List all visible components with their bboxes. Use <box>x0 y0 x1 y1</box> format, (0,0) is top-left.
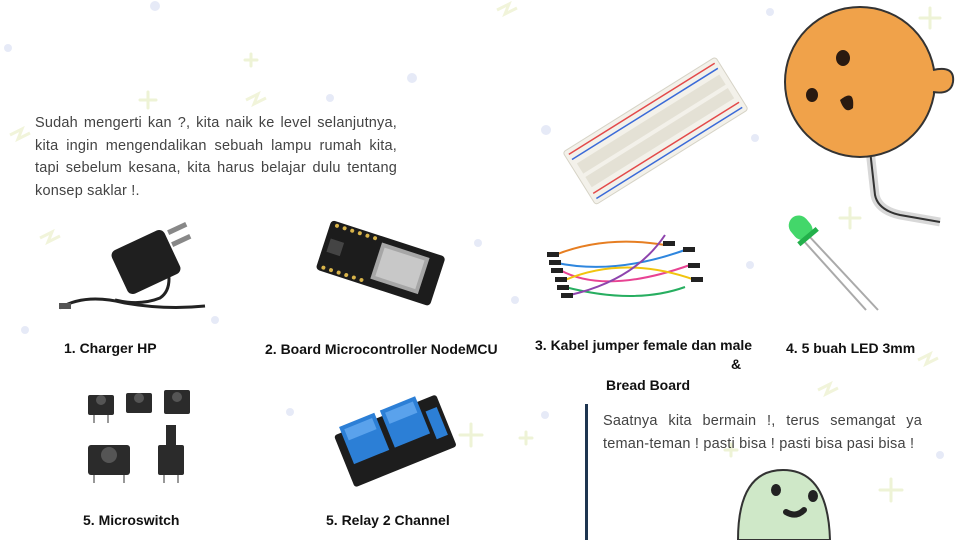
quote-paragraph: Saatnya kita bermain !, terus semangat y… <box>603 413 922 452</box>
caption-ampersand: & <box>731 356 742 372</box>
quote-accent-bar <box>585 404 588 540</box>
push-button-icon <box>88 390 190 483</box>
jumper-wires-icon <box>547 234 703 298</box>
led-icon <box>788 215 879 311</box>
green-mascot-icon <box>736 468 832 540</box>
caption-microswitch: 5. Microswitch <box>83 512 180 528</box>
nodemcu-board-icon <box>316 220 445 306</box>
relay-module-icon <box>334 395 456 487</box>
caption-charger: 1. Charger HP <box>64 340 157 356</box>
intro-paragraph: Sudah mengerti kan ?, kita naik ke level… <box>35 115 397 199</box>
caption-jumper: 3. Kabel jumper female dan male <box>535 337 753 353</box>
orange-mascot-icon <box>784 6 955 227</box>
caption-led: 4. 5 buah LED 3mm <box>786 340 916 356</box>
caption-relay: 5. Relay 2 Channel <box>326 512 450 528</box>
caption-breadboard: Bread Board <box>606 377 691 393</box>
caption-nodemcu: 2. Board Microcontroller NodeMCU <box>265 341 498 357</box>
breadboard-icon <box>563 57 748 205</box>
phone-charger-icon <box>59 221 206 310</box>
